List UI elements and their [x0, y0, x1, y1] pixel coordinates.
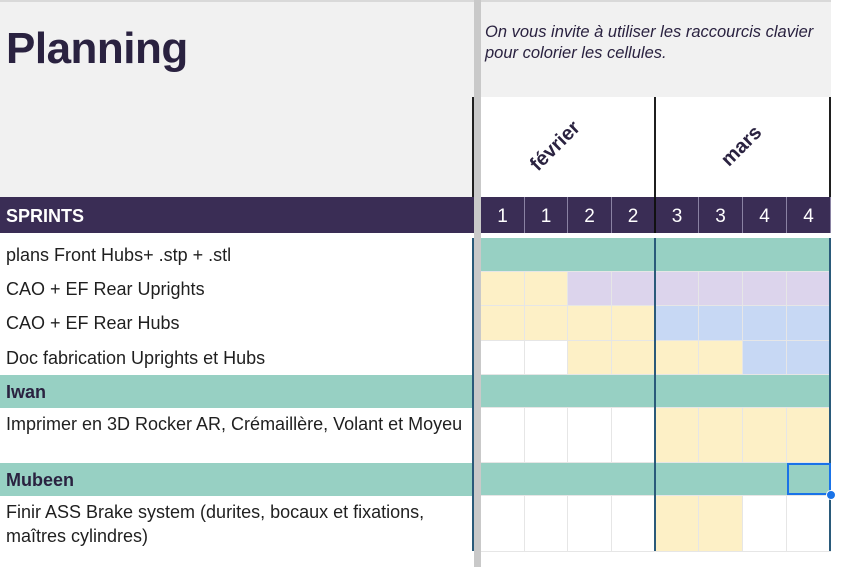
planning-grid-cell[interactable] [743, 496, 787, 552]
planning-grid-cell[interactable] [656, 238, 699, 272]
planning-grid-cell[interactable] [568, 408, 612, 463]
sprint-number-cell[interactable]: 4 [743, 197, 787, 233]
planning-grid-cell[interactable] [612, 463, 656, 496]
planning-grid-cell[interactable] [743, 375, 787, 408]
planning-grid-cell[interactable] [568, 306, 612, 341]
planning-grid-cell[interactable] [656, 272, 699, 306]
planning-grid-cell[interactable] [525, 375, 568, 408]
planning-grid-cell[interactable] [612, 272, 656, 306]
planning-grid-cell[interactable] [525, 238, 568, 272]
planning-grid-cell[interactable] [699, 341, 743, 375]
page-title: Planning [6, 24, 188, 73]
planning-grid-cell[interactable] [743, 306, 787, 341]
planning-grid-cell[interactable] [568, 375, 612, 408]
planning-grid-cell[interactable] [787, 306, 831, 341]
task-name: Finir ASS Brake system (durites, bocaux … [6, 502, 425, 546]
planning-grid-cell[interactable] [612, 375, 656, 408]
planning-grid-cell[interactable] [481, 238, 525, 272]
header-blank-cell[interactable] [0, 97, 474, 197]
month-header[interactable] [481, 97, 831, 197]
planning-grid-cell[interactable] [525, 408, 568, 463]
planning-grid-cell[interactable] [612, 496, 656, 552]
planning-grid-cell[interactable] [656, 341, 699, 375]
planning-grid-cell[interactable] [481, 463, 525, 496]
planning-grid-cell[interactable] [612, 306, 656, 341]
task-name: CAO + EF Rear Uprights [6, 279, 205, 299]
planning-grid-cell[interactable] [743, 341, 787, 375]
planning-grid-cell[interactable] [787, 238, 831, 272]
planning-grid-cell[interactable] [481, 408, 525, 463]
planning-grid-cell[interactable] [743, 272, 787, 306]
planning-grid-cell[interactable] [612, 408, 656, 463]
planning-grid-cell[interactable] [743, 463, 787, 496]
hint-text: On vous invite à utiliser les raccourcis… [485, 23, 814, 62]
planning-grid-cell[interactable] [656, 496, 699, 552]
sprint-number-cell[interactable]: 3 [699, 197, 743, 233]
month-divider [654, 97, 656, 197]
task-name: Doc fabrication Uprights et Hubs [6, 348, 266, 368]
sprints-header-label: SPRINTS [6, 206, 85, 226]
planning-grid-cell[interactable] [787, 496, 831, 552]
selected-cell[interactable] [787, 463, 831, 495]
planning-grid-cell[interactable] [568, 496, 612, 552]
task-name: Imprimer en 3D Rocker AR, Crémaillère, V… [6, 414, 463, 434]
task-name: CAO + EF Rear Hubs [6, 313, 180, 333]
planning-grid-cell[interactable] [699, 238, 743, 272]
planning-grid-cell[interactable] [525, 463, 568, 496]
planning-grid-cell[interactable] [743, 408, 787, 463]
planning-grid-cell[interactable] [743, 238, 787, 272]
grid-column-separator [829, 238, 831, 551]
planning-grid-cell[interactable] [481, 306, 525, 341]
month-divider-right [829, 97, 831, 197]
planning-grid-cell[interactable] [699, 272, 743, 306]
sprint-number-cell[interactable]: 1 [525, 197, 568, 233]
planning-grid-cell[interactable] [699, 408, 743, 463]
sprint-number-cell[interactable]: 1 [481, 197, 525, 233]
planning-grid-cell[interactable] [656, 306, 699, 341]
fill-handle[interactable] [826, 490, 836, 500]
planning-grid-cell[interactable] [568, 463, 612, 496]
section-name: Mubeen [6, 470, 75, 490]
planning-grid-cell[interactable] [656, 375, 699, 408]
freeze-divider[interactable] [474, 0, 481, 567]
planning-grid-cell[interactable] [787, 272, 831, 306]
sprint-number-cell[interactable]: 3 [656, 197, 699, 233]
planning-grid-cell[interactable] [787, 341, 831, 375]
planning-grid-cell[interactable] [568, 238, 612, 272]
planning-grid-cell[interactable] [699, 496, 743, 552]
planning-grid-cell[interactable] [481, 496, 525, 552]
planning-grid-cell[interactable] [699, 375, 743, 408]
task-name: plans Front Hubs+ .stp + .stl [6, 245, 232, 265]
planning-grid-cell[interactable] [787, 408, 831, 463]
planning-grid-cell[interactable] [525, 306, 568, 341]
planning-grid-cell[interactable] [568, 272, 612, 306]
planning-grid-cell[interactable] [699, 306, 743, 341]
planning-grid-cell[interactable] [481, 272, 525, 306]
planning-grid-cell[interactable] [525, 496, 568, 552]
planning-grid-cell[interactable] [525, 272, 568, 306]
section-name: Iwan [6, 382, 47, 402]
planning-grid-cell[interactable] [699, 463, 743, 496]
planning-grid-cell[interactable] [525, 341, 568, 375]
planning-grid-cell[interactable] [612, 238, 656, 272]
planning-grid-cell[interactable] [481, 341, 525, 375]
planning-grid-cell[interactable] [612, 341, 656, 375]
grid-column-separator [654, 238, 656, 551]
planning-grid-cell[interactable] [656, 463, 699, 496]
planning-grid-cell[interactable] [787, 375, 831, 408]
sprint-number-cell[interactable]: 2 [612, 197, 656, 233]
planning-grid-cell[interactable] [481, 375, 525, 408]
planning-grid-cell[interactable] [656, 408, 699, 463]
planning-grid-cell[interactable] [568, 341, 612, 375]
sprint-number-cell[interactable]: 4 [787, 197, 831, 233]
sprint-number-cell[interactable]: 2 [568, 197, 612, 233]
